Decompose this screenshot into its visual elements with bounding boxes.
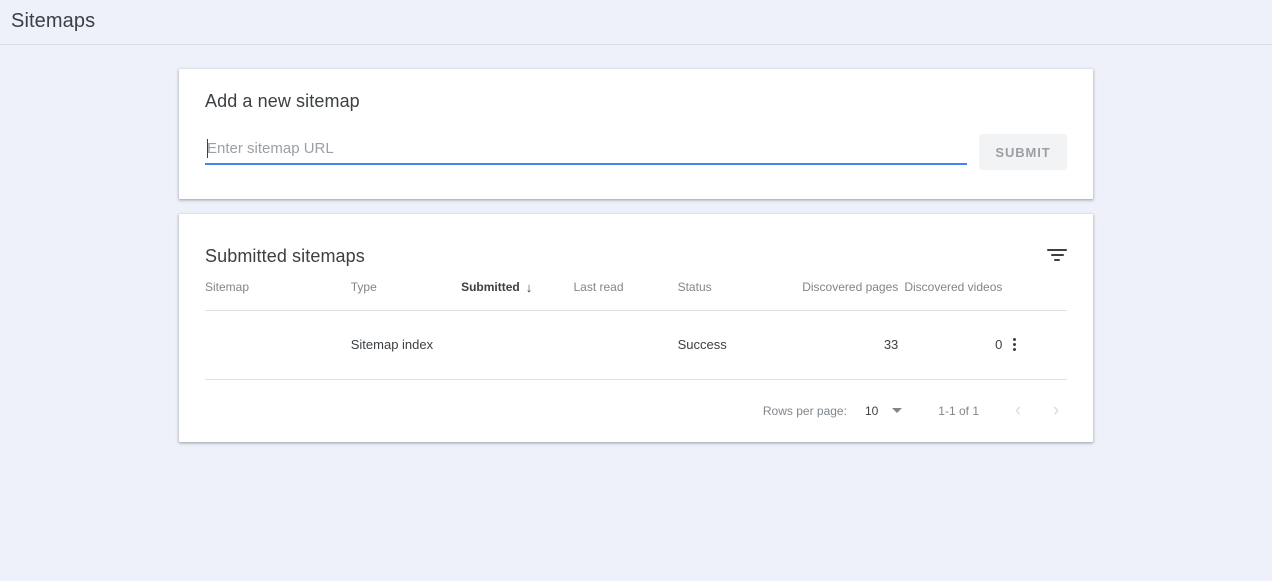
column-header-sitemap[interactable]: Sitemap — [205, 276, 351, 310]
cell-submitted — [461, 310, 573, 379]
sitemaps-table-wrapper: Sitemap Type Submitted ↓ Last read Status… — [179, 276, 1093, 380]
dot-3 — [1012, 348, 1016, 351]
add-sitemap-card: Add a new sitemap SUBMIT — [179, 69, 1093, 199]
cell-sitemap — [205, 310, 351, 379]
sort-desc-arrow-icon: ↓ — [525, 279, 533, 295]
submitted-sitemaps-title: Submitted sitemaps — [205, 245, 365, 266]
dot-1 — [1012, 338, 1016, 341]
rows-per-page-value: 10 — [864, 403, 879, 418]
dot-2 — [1012, 343, 1016, 346]
column-header-discovered-videos[interactable]: Discovered videos — [898, 276, 1002, 310]
cell-discovered-videos: 0 — [995, 337, 1003, 352]
chevron-down-icon — [892, 408, 903, 413]
column-header-submitted[interactable]: Submitted ↓ — [461, 276, 573, 310]
rows-per-page-label: Rows per page: — [762, 403, 847, 418]
previous-page-button[interactable]: ‹ — [1009, 401, 1027, 420]
column-header-last-read[interactable]: Last read — [574, 276, 678, 310]
pagination-range-label: 1-1 of 1 — [938, 403, 979, 418]
cell-type: Sitemap index — [350, 337, 434, 352]
cell-actions — [1002, 310, 1067, 379]
column-header-discovered-pages[interactable]: Discovered pages — [796, 276, 898, 310]
submitted-sitemaps-header: Submitted sitemaps — [179, 214, 1093, 276]
table-pagination: Rows per page: 10 1-1 of 1 ‹ › — [179, 380, 1093, 442]
submitted-sitemaps-card: Submitted sitemaps Sitemap Type Submitte… — [179, 214, 1093, 442]
filter-bar-1 — [1047, 249, 1067, 251]
add-sitemap-form: SUBMIT — [205, 134, 1069, 170]
next-page-button[interactable]: › — [1047, 401, 1065, 420]
submit-button[interactable]: SUBMIT — [979, 134, 1067, 170]
column-header-status[interactable]: Status — [678, 276, 797, 310]
filter-bar-3 — [1054, 259, 1060, 261]
text-caret — [207, 139, 208, 158]
rows-per-page-select[interactable]: 10 — [864, 403, 903, 418]
table-header-row: Sitemap Type Submitted ↓ Last read Status… — [205, 276, 1067, 310]
column-header-actions — [1002, 276, 1067, 310]
cell-last-read — [574, 310, 678, 379]
column-header-type[interactable]: Type — [351, 276, 461, 310]
pagination-nav: ‹ › — [1009, 401, 1065, 420]
page-title: Sitemaps — [11, 10, 96, 32]
sitemap-url-field-wrapper — [205, 139, 967, 165]
cell-discovered-pages: 33 — [883, 337, 899, 352]
filter-bar-2 — [1050, 254, 1064, 256]
sitemap-url-input[interactable] — [205, 140, 967, 165]
table-row[interactable]: Sitemap index Success 33 0 — [205, 310, 1067, 379]
more-vert-icon[interactable] — [1002, 333, 1026, 357]
main-content: Add a new sitemap SUBMIT Submitted sitem… — [0, 45, 1272, 442]
sitemaps-table-body: Sitemap index Success 33 0 — [205, 310, 1067, 379]
page-header: Sitemaps — [0, 0, 1272, 45]
cell-status: Success — [677, 337, 727, 352]
filter-list-icon[interactable] — [1045, 243, 1069, 267]
column-header-submitted-label: Submitted — [461, 279, 520, 294]
sitemaps-table: Sitemap Type Submitted ↓ Last read Status… — [205, 276, 1067, 380]
sitemaps-table-head: Sitemap Type Submitted ↓ Last read Status… — [205, 276, 1067, 310]
add-sitemap-title: Add a new sitemap — [205, 91, 360, 111]
